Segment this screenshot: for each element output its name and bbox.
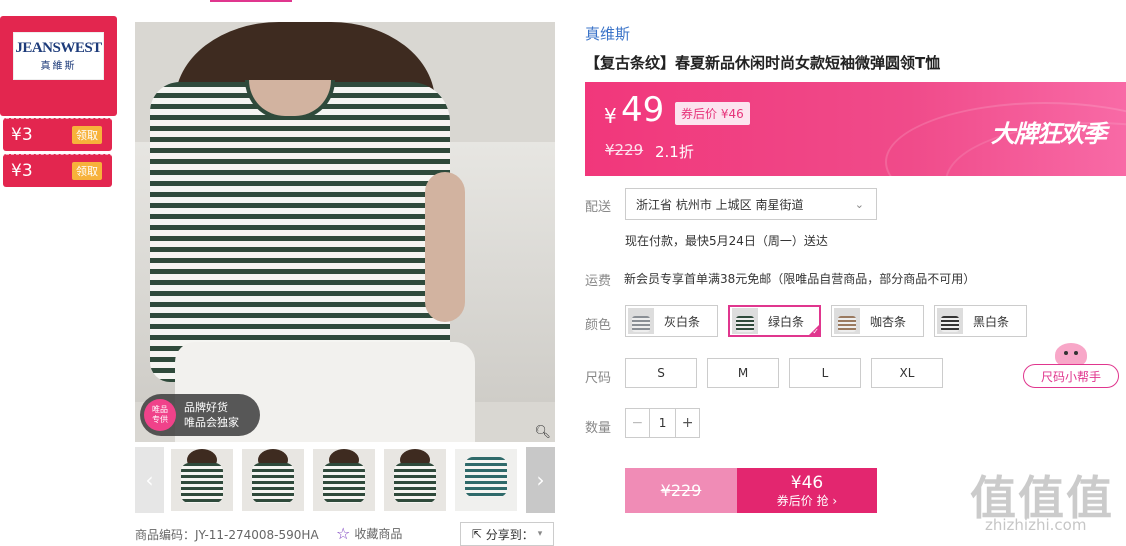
coupon-claim-button[interactable]: 领取	[72, 162, 102, 180]
color-swatch	[834, 308, 860, 334]
size-option-s[interactable]: S	[625, 358, 697, 388]
share-icon: ⇱	[471, 527, 482, 541]
site-watermark-url: zhizhizhi.com	[985, 516, 1087, 534]
thumbnail[interactable]	[455, 449, 517, 511]
buy-button-group: ¥229 ¥46 券后价 抢 ›	[625, 468, 877, 513]
event-label: 大牌狂欢季	[991, 120, 1107, 148]
color-label: 颜色	[585, 318, 612, 333]
badge-line2: 唯品会独家	[184, 416, 239, 429]
chevron-down-icon: ▾	[537, 529, 543, 539]
current-price: 49	[621, 90, 665, 130]
color-swatch	[628, 308, 654, 334]
address-select[interactable]: 浙江省 杭州市 上城区 南星街道 ⌄	[625, 188, 877, 220]
delivery-label: 配送	[585, 200, 612, 215]
chevron-down-icon: ⌄	[854, 197, 864, 211]
coupon-1: ¥3 领取	[3, 118, 112, 151]
quantity-stepper: − 1 +	[625, 408, 700, 438]
buy-original-price[interactable]: ¥229	[625, 468, 737, 513]
brand-logo-text: JEANSWEST	[15, 40, 102, 56]
badge-circle: 唯品 专供	[144, 399, 176, 431]
badge-line1: 品牌好货	[184, 401, 228, 414]
image-striped-shirt	[150, 82, 450, 382]
coupon-claim-button[interactable]: 领取	[72, 126, 102, 144]
buy-price: ¥46	[790, 472, 824, 493]
price-banner: ¥ 49 券后价 ¥46 ¥229 2.1折 大牌狂欢季	[585, 82, 1126, 176]
main-product-image[interactable]: 🔍︎	[135, 22, 555, 442]
color-option-gray[interactable]: 灰白条	[625, 305, 718, 337]
coupon-value: ¥3	[11, 161, 33, 181]
buy-now-button[interactable]: ¥46 券后价 抢 ›	[737, 468, 877, 513]
thumbnail[interactable]	[384, 449, 446, 511]
brand-link[interactable]: 真维斯	[585, 23, 630, 44]
size-label: 尺码	[585, 371, 612, 386]
brand-logo[interactable]: JEANSWEST 真維斯	[13, 32, 104, 80]
buy-action-label: 券后价 抢 ›	[776, 493, 838, 508]
share-label: 分享到：	[485, 527, 534, 542]
discount-rate: 2.1折	[655, 143, 694, 161]
top-accent-bar	[210, 0, 292, 2]
size-option-m[interactable]: M	[707, 358, 779, 388]
chevron-right-icon[interactable]: ›	[526, 447, 555, 513]
exclusive-badge: 唯品 专供 品牌好货 唯品会独家	[140, 394, 260, 436]
star-icon: ☆	[336, 524, 351, 543]
original-price: ¥229	[605, 141, 644, 159]
coupon-value: ¥3	[11, 125, 33, 145]
coupon-2: ¥3 领取	[3, 154, 112, 187]
after-coupon-price: 券后价 ¥46	[675, 102, 750, 125]
size-option-xl[interactable]: XL	[871, 358, 943, 388]
shipping-label: 运费	[585, 274, 612, 289]
color-option-green[interactable]: 绿白条 ✓	[728, 305, 821, 337]
product-code: 商品编码：JY-11-274008-590HA	[135, 528, 319, 542]
thumbnail[interactable]	[313, 449, 375, 511]
quantity-decrease-button[interactable]: −	[626, 409, 650, 437]
quantity-increase-button[interactable]: +	[675, 409, 699, 437]
search-icon[interactable]: 🔍︎	[534, 425, 551, 440]
image-arm	[425, 172, 465, 322]
product-title: 【复古条纹】春夏新品休闲时尚女款短袖微弹圆领T恤	[585, 54, 941, 72]
color-option-khaki[interactable]: 咖杏条	[831, 305, 924, 337]
shipping-text: 新会员专享首单满38元免邮（限唯品自营商品，部分商品不可用）	[624, 272, 976, 286]
color-swatch	[732, 308, 758, 334]
check-icon: ✓	[812, 327, 819, 336]
thumbnail[interactable]	[242, 449, 304, 511]
quantity-label: 数量	[585, 421, 612, 436]
chevron-left-icon[interactable]: ‹	[135, 447, 164, 513]
delivery-note: 现在付款，最快5月24日（周一）送达	[625, 234, 828, 248]
favorite-button[interactable]: ☆ 收藏商品	[336, 524, 402, 543]
brand-logo-sub: 真維斯	[40, 61, 77, 72]
thumbnail[interactable]	[171, 449, 233, 511]
share-button[interactable]: ⇱ 分享到： ▾	[460, 522, 554, 546]
size-helper-button[interactable]: 尺码小帮手	[1023, 364, 1119, 388]
favorite-label: 收藏商品	[354, 527, 403, 541]
color-option-black[interactable]: 黑白条	[934, 305, 1027, 337]
size-option-l[interactable]: L	[789, 358, 861, 388]
thumbnail-strip: ‹ ›	[135, 447, 555, 513]
color-swatch	[937, 308, 963, 334]
address-value: 浙江省 杭州市 上城区 南星街道	[636, 197, 804, 212]
price-currency: ¥	[604, 104, 617, 128]
quantity-input[interactable]: 1	[650, 409, 676, 437]
